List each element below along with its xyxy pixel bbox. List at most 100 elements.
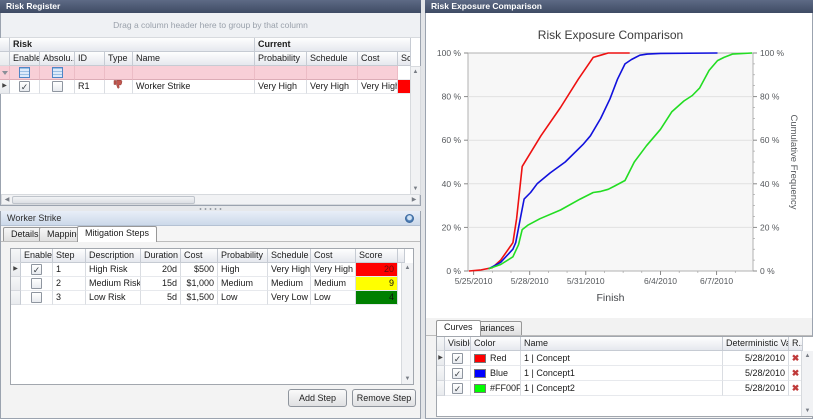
cell-enabled[interactable]	[21, 291, 53, 305]
checkbox[interactable]: ✓	[452, 368, 463, 379]
filter-state-icon[interactable]	[19, 67, 30, 78]
column-header-schedule[interactable]: Schedule	[268, 249, 311, 263]
chart-card: Risk Exposure Comparison0 %0 %20 %20 %40…	[426, 13, 812, 318]
cell-schedule: Very Low	[268, 291, 311, 305]
cell-absolute[interactable]	[40, 80, 75, 94]
filter-cell[interactable]	[133, 66, 255, 80]
y-axis-label: 20 %	[760, 222, 780, 232]
scroll-down-icon[interactable]: ▼	[402, 374, 413, 384]
filter-cell[interactable]	[358, 66, 398, 80]
risk-exposure-panel: Risk Exposure Comparison Risk Exposure C…	[425, 0, 813, 419]
cell-visible[interactable]: ✓	[445, 351, 471, 366]
x-axis-title: Finish	[596, 292, 624, 304]
column-header-name[interactable]: Name	[521, 337, 723, 351]
cell-duration: 20d	[141, 263, 181, 277]
column-header-duration[interactable]: Duration	[141, 249, 181, 263]
column-header-cost[interactable]: Cost	[358, 52, 398, 66]
add-step-button[interactable]: Add Step	[288, 389, 347, 407]
table-row[interactable]: 2Medium Risk15d$1,000MediumMediumMedium9	[11, 277, 398, 291]
checkbox[interactable]: ✓	[31, 264, 42, 275]
column-header-cost[interactable]: Cost	[311, 249, 356, 263]
column-header-probability[interactable]: Probability	[218, 249, 268, 263]
collapse-pin-icon[interactable]	[405, 214, 414, 223]
filter-cell[interactable]	[255, 66, 307, 80]
checkbox[interactable]: ✓	[452, 383, 463, 394]
cell-color: #FF00FF00	[471, 381, 521, 396]
column-header-color[interactable]: Color	[471, 337, 521, 351]
cell-enabled[interactable]	[21, 277, 53, 291]
filter-cell[interactable]	[75, 66, 105, 80]
row-indicator	[437, 366, 445, 381]
table-row[interactable]: ▶✓1High Risk20d$500HighVery HighVery Hig…	[11, 263, 398, 277]
filter-cell-enabled[interactable]	[10, 66, 40, 80]
column-header-name[interactable]: Name	[133, 52, 255, 66]
column-header-r[interactable]: R...	[789, 337, 803, 351]
group-by-hint[interactable]: Drag a column header here to group by th…	[1, 13, 420, 38]
scrollbar-thumb[interactable]	[12, 196, 195, 204]
red-x-icon[interactable]: ✖	[792, 351, 800, 365]
red-x-icon[interactable]: ✖	[792, 366, 800, 380]
checkbox[interactable]	[31, 278, 42, 289]
tab-curves[interactable]: Curves	[436, 320, 481, 336]
application-window: Risk Register Drag a column header here …	[0, 0, 813, 419]
column-header-schedule[interactable]: Schedule	[307, 52, 358, 66]
scroll-left-icon[interactable]: ◀	[2, 195, 12, 204]
row-indicator	[11, 291, 21, 305]
table-row[interactable]: ▶✓R1Worker StrikeVery HighVery HighVery …	[0, 80, 411, 94]
column-header-score[interactable]: Score	[356, 249, 398, 263]
current-row-indicator: ▶	[11, 263, 21, 277]
column-header-step[interactable]: Step	[53, 249, 86, 263]
filter-cell-absolute[interactable]	[40, 66, 75, 80]
chart-title: Risk Exposure Comparison	[538, 28, 683, 42]
cell-enabled[interactable]: ✓	[21, 263, 53, 277]
scroll-up-icon[interactable]: ▲	[802, 351, 813, 361]
column-header-absolu[interactable]: Absolu...	[40, 52, 75, 66]
mitigation-steps-grid: EnabledStepDescriptionDurationCostProbab…	[10, 248, 414, 385]
column-header-visible[interactable]: Visible	[445, 337, 471, 351]
filter-state-icon[interactable]	[52, 67, 63, 78]
checkbox[interactable]: ✓	[19, 81, 30, 92]
checkbox[interactable]	[52, 81, 63, 92]
risk-register-band-row: RiskCurrent	[0, 38, 411, 52]
scroll-right-icon[interactable]: ▶	[409, 195, 419, 204]
cell-cost: $500	[181, 263, 218, 277]
cell-probability: Medium	[218, 277, 268, 291]
column-header-probability[interactable]: Probability	[255, 52, 307, 66]
cell-cost: $1,000	[181, 277, 218, 291]
table-row[interactable]: 3Low Risk5d$1,500LowVery LowLow4	[11, 291, 398, 305]
column-header-enabled[interactable]: Enabled	[10, 52, 40, 66]
column-header-id[interactable]: ID	[75, 52, 105, 66]
checkbox[interactable]: ✓	[452, 353, 463, 364]
checkbox[interactable]	[31, 292, 42, 303]
risk-exposure-chart: Risk Exposure Comparison0 %0 %20 %20 %40…	[426, 13, 812, 318]
column-header-score[interactable]: Score	[398, 52, 411, 66]
scroll-up-icon[interactable]: ▲	[402, 263, 413, 273]
risk-register-vertical-scrollbar[interactable]: ▲ ▼	[410, 66, 421, 195]
scroll-down-icon[interactable]: ▼	[411, 184, 420, 194]
remove-step-button[interactable]: Remove Step	[352, 389, 416, 407]
cell-visible[interactable]: ✓	[445, 366, 471, 381]
table-row[interactable]: ✓Blue1 | Concept15/28/2010✖	[437, 366, 803, 381]
column-header-enabled[interactable]: Enabled	[21, 249, 53, 263]
color-swatch	[474, 369, 486, 378]
scroll-down-icon[interactable]: ▼	[802, 406, 813, 416]
curves-vertical-scrollbar[interactable]: ▲ ▼	[801, 351, 813, 416]
y-axis-label: 20 %	[442, 222, 462, 232]
column-header-type[interactable]: Type	[105, 52, 133, 66]
column-header-description[interactable]: Description	[86, 249, 141, 263]
cell-enabled[interactable]: ✓	[10, 80, 40, 94]
scroll-up-icon[interactable]: ▲	[411, 67, 420, 77]
cell-visible[interactable]: ✓	[445, 381, 471, 396]
tab-mitigation-steps[interactable]: Mitigation Steps	[77, 226, 157, 242]
column-header-deterministicvalue[interactable]: Deterministic Value	[723, 337, 789, 351]
column-header-cost[interactable]: Cost	[181, 249, 218, 263]
mitigation-vertical-scrollbar[interactable]: ▲ ▼	[401, 263, 413, 384]
risk-register-horizontal-scrollbar[interactable]: ◀ ▶	[1, 194, 420, 205]
table-row[interactable]: ▶✓Red1 | Concept5/28/2010✖	[437, 351, 803, 366]
curves-header-row: VisibleColorNameDeterministic ValueR...	[437, 337, 803, 351]
table-row[interactable]: ✓#FF00FF001 | Concept25/28/2010✖	[437, 381, 803, 396]
filter-cell[interactable]	[105, 66, 133, 80]
color-swatch	[474, 354, 486, 363]
red-x-icon[interactable]: ✖	[792, 381, 800, 395]
filter-cell[interactable]	[307, 66, 358, 80]
